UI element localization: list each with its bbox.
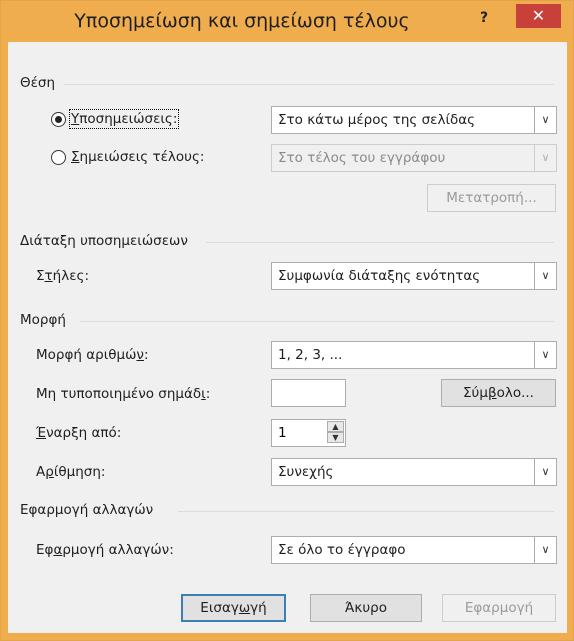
chevron-down-icon: ∨ — [534, 459, 556, 485]
apply-button[interactable]: Εφαρμογή — [442, 594, 556, 622]
endnotes-position-select[interactable]: Στο τέλος του εγγράφου ∨ — [271, 144, 557, 172]
footnotes-position-value: Στο κάτω μέρος της σελίδας — [278, 112, 476, 128]
spin-down-icon[interactable]: ▼ — [327, 432, 344, 443]
start-at-stepper[interactable]: 1 ▲ ▼ — [271, 419, 346, 447]
section-layout-label: Διάταξη υποσημειώσεων — [20, 233, 188, 249]
custom-mark-input[interactable] — [271, 379, 346, 407]
spin-up-icon[interactable]: ▲ — [327, 421, 344, 432]
footnotes-position-select[interactable]: Στο κάτω μέρος της σελίδας ∨ — [271, 106, 557, 134]
close-icon: ✕ — [531, 6, 546, 25]
chevron-down-icon: ∨ — [534, 107, 556, 133]
cancel-button[interactable]: Άκυρο — [310, 594, 422, 622]
radio-selected-dot — [55, 116, 62, 123]
dialog-window: Υποσημείωση και σημείωση τέλους ? ✕ Θέση… — [0, 0, 574, 641]
convert-button[interactable]: Μετατροπή... — [427, 184, 556, 212]
section-apply-label: Εφαρμογή αλλαγών — [20, 502, 154, 518]
symbol-button[interactable]: Σύμβολο... — [441, 379, 556, 407]
section-divider — [80, 321, 554, 322]
section-divider — [64, 84, 554, 85]
endnotes-label[interactable]: Σημειώσεις τέλους: — [71, 149, 204, 165]
start-at-value: 1 — [278, 425, 287, 441]
footnotes-label[interactable]: Υποσημειώσεις: — [68, 109, 180, 129]
dialog-body: Θέση Υποσημειώσεις: Στο κάτω μέρος της σ… — [8, 42, 567, 633]
footnotes-radio[interactable] — [51, 112, 66, 127]
number-format-select[interactable]: 1, 2, 3, ... ∨ — [271, 341, 557, 369]
chevron-down-icon: ∨ — [534, 342, 556, 368]
columns-value: Συμφωνία διάταξης ενότητας — [278, 268, 481, 284]
numbering-label: Αρίθμηση: — [36, 464, 106, 480]
columns-label: Στήλες: — [36, 268, 89, 284]
section-divider — [178, 511, 554, 512]
number-format-label: Μορφή αριθμών: — [36, 347, 149, 363]
numbering-select[interactable]: Συνεχής ∨ — [271, 458, 557, 486]
section-divider — [206, 242, 554, 243]
chevron-down-icon: ∨ — [534, 537, 556, 563]
numbering-value: Συνεχής — [278, 464, 334, 480]
start-at-label: Έναρξη από: — [36, 425, 122, 441]
section-location-label: Θέση — [20, 75, 56, 91]
apply-changes-label: Εφαρμογή αλλαγών: — [36, 542, 174, 558]
spin-buttons: ▲ ▼ — [327, 421, 344, 445]
apply-changes-select[interactable]: Σε όλο το έγγραφο ∨ — [271, 536, 557, 564]
section-format-label: Μορφή — [20, 312, 66, 328]
insert-button[interactable]: Εισαγωγή — [181, 594, 286, 622]
apply-changes-value: Σε όλο το έγγραφο — [278, 542, 406, 558]
title-bar[interactable]: Υποσημείωση και σημείωση τέλους ? ✕ — [1, 1, 573, 42]
close-button[interactable]: ✕ — [516, 4, 561, 28]
custom-mark-label: Μη τυποποιημένο σημάδι: — [36, 386, 211, 402]
dialog-title: Υποσημείωση και σημείωση τέλους — [74, 10, 410, 32]
endnotes-position-value: Στο τέλος του εγγράφου — [278, 150, 446, 166]
chevron-down-icon: ∨ — [534, 145, 556, 171]
columns-select[interactable]: Συμφωνία διάταξης ενότητας ∨ — [271, 262, 557, 290]
help-button[interactable]: ? — [466, 6, 502, 30]
endnotes-radio[interactable] — [51, 150, 66, 165]
number-format-value: 1, 2, 3, ... — [278, 347, 343, 363]
chevron-down-icon: ∨ — [534, 263, 556, 289]
